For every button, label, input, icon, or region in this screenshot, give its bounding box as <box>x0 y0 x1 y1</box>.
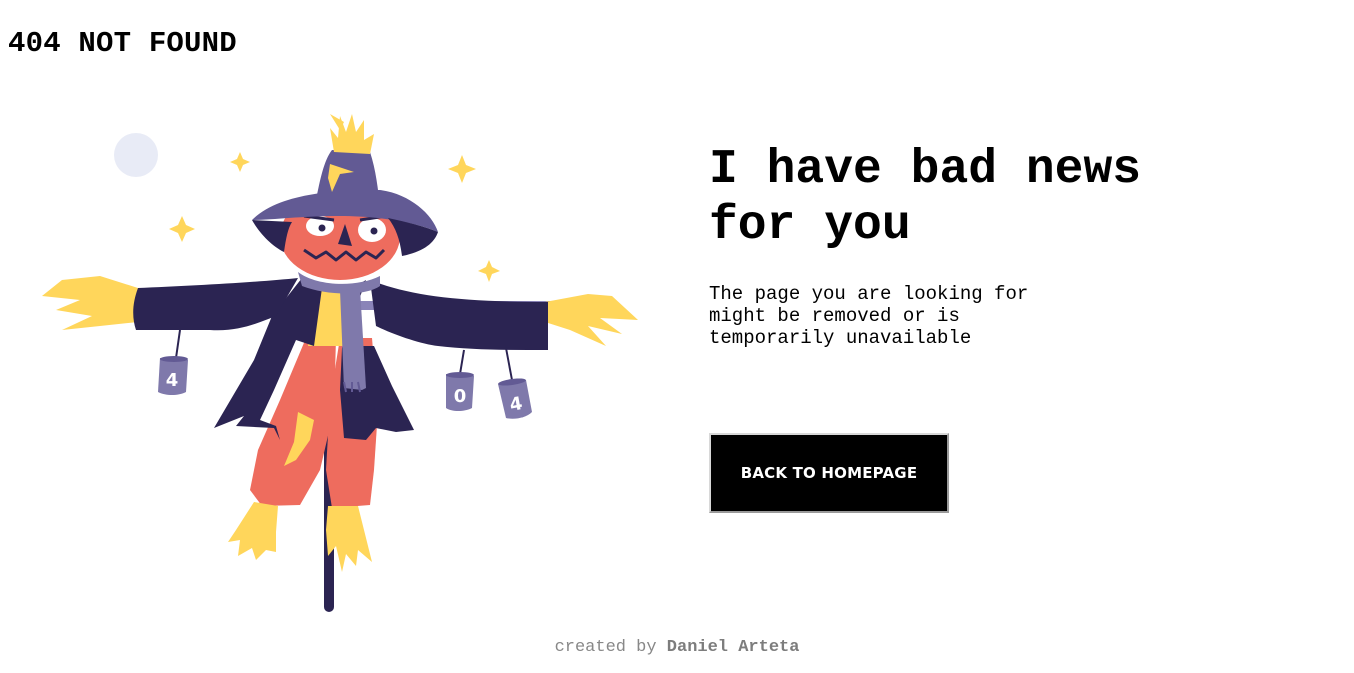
headline: I have bad news for you <box>709 143 1142 253</box>
footer-prefix: created by <box>554 638 657 657</box>
left-hand-straw <box>42 276 138 330</box>
footer-credit: created by Daniel Arteta <box>0 637 1354 659</box>
moon-icon <box>114 133 158 177</box>
scarecrow-icon: 4 0 4 <box>42 114 638 612</box>
author-link[interactable]: Daniel Arteta <box>667 638 800 657</box>
svg-text:0: 0 <box>454 386 467 407</box>
page-title: 404 NOT FOUND <box>8 27 237 60</box>
left-foot-straw <box>228 502 278 560</box>
can-4-left: 4 <box>158 356 188 395</box>
back-to-homepage-button[interactable]: BACK TO HOMEPAGE <box>709 433 949 513</box>
svg-text:4: 4 <box>166 370 179 391</box>
can-0: 0 <box>446 372 474 411</box>
right-hand-straw <box>545 294 638 346</box>
error-message: The page you are looking for might be re… <box>709 283 1029 349</box>
can-4-right: 4 <box>498 378 532 419</box>
